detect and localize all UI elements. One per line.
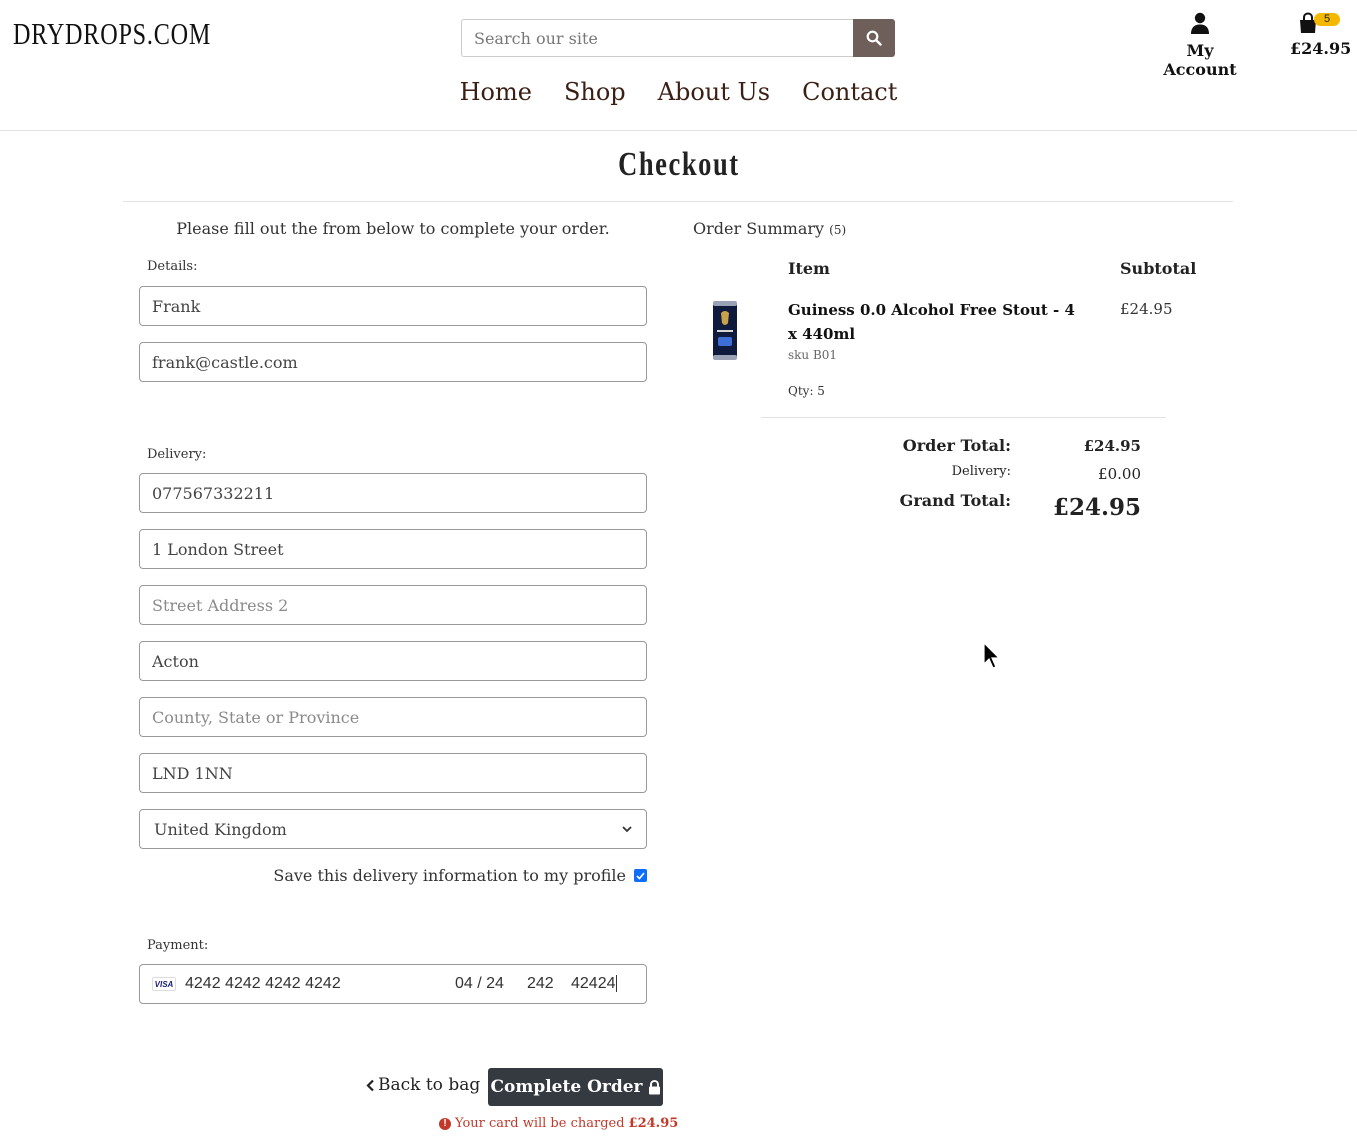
check-icon — [636, 871, 645, 880]
lock-icon — [648, 1079, 660, 1094]
phone-input[interactable] — [139, 473, 647, 513]
order-total-label: Order Total: — [902, 436, 1011, 455]
title-divider — [123, 201, 1233, 202]
save-info-row: Save this delivery information to my pro… — [139, 866, 647, 885]
search-button[interactable] — [853, 19, 895, 57]
grand-total-label: Grand Total: — [899, 491, 1011, 510]
chevron-left-icon — [366, 1079, 374, 1091]
street-address-2-input[interactable] — [139, 585, 647, 625]
product-sku: sku B01 — [788, 348, 838, 362]
item-column-header: Item — [788, 259, 830, 278]
card-zip-input[interactable]: 42424 — [571, 975, 617, 993]
card-expiry-input[interactable]: 04 / 24 — [455, 975, 527, 993]
alert-icon: ! — [439, 1117, 451, 1130]
my-account-label: My Account — [1163, 41, 1237, 79]
chevron-down-icon — [622, 825, 632, 832]
delivery-label: Delivery: — [147, 447, 207, 462]
complete-order-label: Complete Order — [490, 1077, 643, 1097]
back-to-bag-label: Back to bag — [378, 1075, 481, 1095]
product-name: Guiness 0.0 Alcohol Free Stout - 4 x 440… — [788, 301, 1075, 343]
card-zip-value: 42424 — [571, 975, 616, 992]
details-label: Details: — [147, 259, 198, 274]
save-info-label: Save this delivery information to my pro… — [273, 866, 626, 885]
order-total-value: £24.95 — [1083, 437, 1141, 455]
back-to-bag-link[interactable]: Back to bag — [366, 1075, 480, 1095]
card-element[interactable]: VISA 4242 4242 4242 4242 04 / 24 242 424… — [139, 964, 647, 1004]
order-summary-title: Order Summary (5) — [693, 219, 846, 238]
nav-home[interactable]: Home — [460, 78, 532, 106]
charge-notice: ! Your card will be charged £24.95 — [439, 1116, 678, 1131]
nav-about-us[interactable]: About Us — [658, 78, 770, 106]
town-input[interactable] — [139, 641, 647, 681]
county-input[interactable] — [139, 697, 647, 737]
charge-amount: £24.95 — [628, 1116, 679, 1131]
order-summary-count: (5) — [829, 223, 847, 237]
text-cursor — [615, 975, 617, 993]
site-logo[interactable]: DRYDROPS.COM — [13, 16, 211, 52]
street-address-1-input[interactable] — [139, 529, 647, 569]
shopping-bag-link[interactable]: 5 £24.95 — [1290, 12, 1352, 58]
header-divider — [0, 130, 1357, 131]
my-account-link[interactable]: My Account — [1148, 12, 1252, 79]
page-title: Checkout — [0, 146, 1357, 184]
subtotal-column-header: Subtotal — [1120, 259, 1197, 278]
product-image — [713, 301, 737, 360]
bag-count-badge: 5 — [1314, 13, 1340, 26]
main-nav: Home Shop About Us Contact — [0, 78, 1357, 106]
save-info-checkbox[interactable] — [634, 869, 647, 882]
payment-label: Payment: — [147, 938, 209, 953]
form-intro: Please fill out the from below to comple… — [176, 219, 610, 238]
summary-divider — [761, 417, 1166, 418]
bag-total: £24.95 — [1290, 39, 1352, 58]
card-cvc-input[interactable]: 242 — [527, 975, 571, 993]
delivery-cost-value: £0.00 — [1098, 465, 1141, 483]
delivery-cost-label: Delivery: — [951, 464, 1011, 479]
visa-card-icon: VISA — [152, 977, 176, 991]
order-summary-heading: Order Summary — [693, 219, 825, 238]
page-title-text: Checkout — [617, 146, 740, 183]
card-number-input[interactable]: 4242 4242 4242 4242 — [185, 975, 455, 993]
product-subtotal: £24.95 — [1120, 300, 1173, 318]
country-select[interactable]: United Kingdom — [139, 809, 647, 849]
nav-contact[interactable]: Contact — [802, 78, 897, 106]
nav-shop[interactable]: Shop — [564, 78, 626, 106]
grand-total-value: £24.95 — [1052, 494, 1141, 521]
search-bar — [461, 19, 895, 57]
full-name-input[interactable] — [139, 286, 647, 326]
search-input[interactable] — [461, 19, 853, 57]
complete-order-button[interactable]: Complete Order — [488, 1068, 663, 1106]
mouse-cursor-icon — [983, 642, 1001, 669]
charge-notice-text: Your card will be charged — [455, 1116, 625, 1131]
product-qty: Qty: 5 — [788, 384, 825, 398]
search-icon — [866, 30, 882, 46]
email-input[interactable] — [139, 342, 647, 382]
postcode-input[interactable] — [139, 753, 647, 793]
user-icon — [1191, 12, 1209, 34]
country-selected: United Kingdom — [154, 819, 287, 839]
